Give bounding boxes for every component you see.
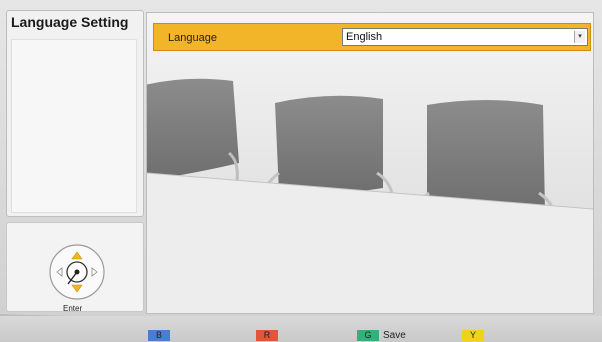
dropdown-arrow-icon[interactable]: ▾ bbox=[574, 31, 585, 43]
language-select[interactable]: English ▾ bbox=[342, 28, 588, 46]
title-panel-body bbox=[11, 39, 137, 213]
save-label: Save bbox=[383, 330, 406, 341]
key-y-button[interactable]: Y bbox=[462, 330, 484, 341]
dpad-icon[interactable] bbox=[48, 243, 106, 301]
main-panel: Language English ▾ bbox=[146, 12, 594, 314]
navigation-panel: Enter bbox=[6, 222, 144, 313]
language-label: Language bbox=[168, 32, 217, 44]
language-setting-row[interactable]: Language English ▾ bbox=[153, 23, 591, 51]
language-value: English bbox=[346, 31, 383, 43]
function-key-bar: B R G Save Y bbox=[0, 316, 602, 342]
screen-frame: Language Setting Enter Language English … bbox=[0, 0, 602, 342]
key-r-button[interactable]: R bbox=[256, 330, 278, 341]
page-title: Language Setting bbox=[11, 14, 129, 30]
left-panel: Language Setting Enter bbox=[6, 10, 144, 313]
key-b-button[interactable]: B bbox=[148, 330, 170, 341]
key-g-button[interactable]: G bbox=[357, 330, 379, 341]
title-panel: Language Setting bbox=[6, 10, 144, 217]
background-photo bbox=[147, 13, 593, 313]
